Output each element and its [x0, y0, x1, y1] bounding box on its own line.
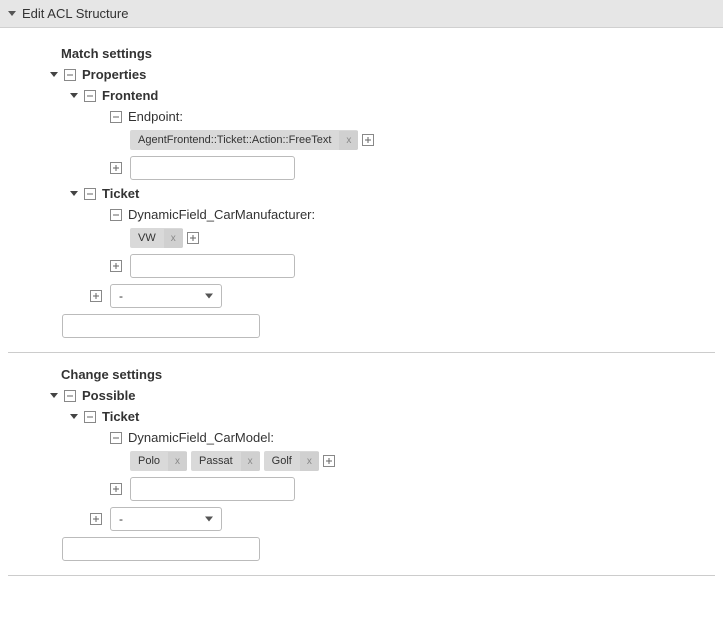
header-bar[interactable]: Edit ACL Structure — [0, 0, 723, 28]
caret-down-icon — [70, 191, 78, 196]
add-icon[interactable] — [110, 162, 122, 174]
caret-down-icon — [50, 72, 58, 77]
collapse-icon[interactable] — [84, 188, 96, 200]
remove-tag-icon[interactable]: x — [300, 452, 319, 471]
collapse-icon[interactable] — [84, 411, 96, 423]
collapse-icon[interactable] — [84, 90, 96, 102]
match-ticket-select[interactable]: - — [110, 284, 222, 308]
collapse-icon[interactable] — [110, 111, 122, 123]
endpoint-label: Endpoint: — [128, 109, 183, 124]
caret-down-icon — [70, 93, 78, 98]
tag-text: Golf — [264, 451, 300, 471]
change-ticket-select-row: - — [90, 507, 715, 531]
match-bottom-input-row — [62, 314, 715, 338]
tag-passat: Passat x — [191, 451, 260, 471]
match-ticket-input-row — [110, 254, 715, 278]
add-icon[interactable] — [90, 290, 102, 302]
change-ticket-select[interactable]: - — [110, 507, 222, 531]
remove-tag-icon[interactable]: x — [168, 452, 187, 471]
caret-down-icon — [70, 414, 78, 419]
collapse-icon[interactable] — [110, 432, 122, 444]
endpoint-node: Endpoint: — [110, 109, 715, 124]
tag-vw: VW x — [130, 228, 183, 248]
tag-text: AgentFrontend::Ticket::Action::FreeText — [130, 130, 339, 150]
add-tag-icon[interactable] — [187, 232, 199, 244]
caret-down-icon — [8, 11, 16, 16]
frontend-label: Frontend — [102, 88, 158, 103]
tag-polo: Polo x — [130, 451, 187, 471]
change-ticket-node[interactable]: Ticket — [70, 409, 715, 424]
frontend-node[interactable]: Frontend — [70, 88, 715, 103]
add-tag-icon[interactable] — [362, 134, 374, 146]
car-manufacturer-label: DynamicField_CarManufacturer: — [128, 207, 315, 222]
add-icon[interactable] — [90, 513, 102, 525]
change-bottom-input-row — [62, 537, 715, 561]
select-value: - — [119, 512, 123, 526]
possible-node[interactable]: Possible — [50, 388, 715, 403]
frontend-input[interactable] — [130, 156, 295, 180]
match-ticket-tag-row: VW x — [130, 228, 715, 248]
frontend-tag-row: AgentFrontend::Ticket::Action::FreeText … — [130, 130, 715, 150]
caret-down-icon — [50, 393, 58, 398]
add-icon[interactable] — [110, 260, 122, 272]
change-ticket-input[interactable] — [130, 477, 295, 501]
change-ticket-input-row — [110, 477, 715, 501]
remove-tag-icon[interactable]: x — [164, 229, 183, 248]
tag-golf: Golf x — [264, 451, 319, 471]
add-icon[interactable] — [110, 483, 122, 495]
match-ticket-node[interactable]: Ticket — [70, 186, 715, 201]
content-area: Match settings Properties Frontend Endpo… — [0, 28, 723, 610]
car-model-label: DynamicField_CarModel: — [128, 430, 274, 445]
match-ticket-select-row: - — [90, 284, 715, 308]
select-value: - — [119, 289, 123, 303]
remove-tag-icon[interactable]: x — [241, 452, 260, 471]
match-ticket-label: Ticket — [102, 186, 139, 201]
tag-text: Polo — [130, 451, 168, 471]
change-ticket-label: Ticket — [102, 409, 139, 424]
match-ticket-input[interactable] — [130, 254, 295, 278]
match-settings-title: Match settings — [61, 46, 715, 61]
collapse-icon[interactable] — [64, 390, 76, 402]
divider — [8, 575, 715, 576]
tag-text: VW — [130, 228, 164, 248]
tag-text: Passat — [191, 451, 241, 471]
divider — [8, 352, 715, 353]
match-bottom-input[interactable] — [62, 314, 260, 338]
collapse-icon[interactable] — [110, 209, 122, 221]
possible-label: Possible — [82, 388, 135, 403]
change-bottom-input[interactable] — [62, 537, 260, 561]
remove-tag-icon[interactable]: x — [339, 131, 358, 150]
tag-agent-frontend: AgentFrontend::Ticket::Action::FreeText … — [130, 130, 358, 150]
frontend-input-row — [110, 156, 715, 180]
car-manufacturer-node: DynamicField_CarManufacturer: — [110, 207, 715, 222]
change-ticket-tag-row: Polo x Passat x Golf x — [130, 451, 715, 471]
properties-node[interactable]: Properties — [50, 67, 715, 82]
change-settings-title: Change settings — [61, 367, 715, 382]
properties-label: Properties — [82, 67, 146, 82]
header-title: Edit ACL Structure — [22, 6, 128, 21]
car-model-node: DynamicField_CarModel: — [110, 430, 715, 445]
add-tag-icon[interactable] — [323, 455, 335, 467]
collapse-icon[interactable] — [64, 69, 76, 81]
